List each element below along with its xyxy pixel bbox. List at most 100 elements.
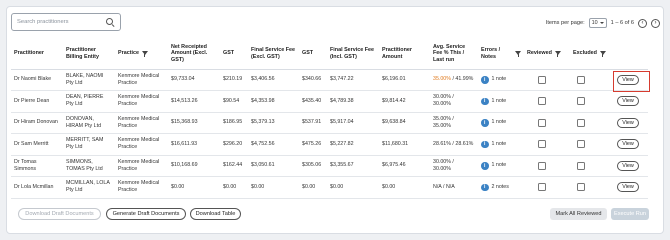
pagination: Items per page: 10 1 – 6 of 6 ‹ › bbox=[546, 18, 660, 28]
cell-notes[interactable]: i1 note bbox=[478, 69, 524, 91]
cell-gst-2: $435.40 bbox=[299, 90, 327, 113]
items-per-page-value: 10 bbox=[591, 20, 598, 26]
excluded-checkbox[interactable] bbox=[577, 97, 585, 106]
cell-avg-fee: 30.00% /30.00% bbox=[430, 90, 478, 113]
download-draft-documents-button[interactable]: Download Draft Documents bbox=[18, 208, 101, 220]
cell-practitioner: Dr Pierre Dean bbox=[11, 90, 63, 113]
cell-reviewed bbox=[524, 90, 570, 113]
generate-draft-documents-button[interactable]: Generate Draft Documents bbox=[106, 208, 186, 220]
cell-excluded bbox=[570, 112, 607, 134]
reviewed-checkbox[interactable] bbox=[538, 75, 546, 84]
header-reviewed: Reviewed bbox=[524, 39, 570, 70]
cell-gst-2: $537.91 bbox=[299, 112, 327, 134]
reviewed-checkbox[interactable] bbox=[538, 118, 546, 127]
cell-gst-2: $475.26 bbox=[299, 133, 327, 156]
header-actions bbox=[607, 39, 648, 70]
cell-fee-excl: $5,379.13 bbox=[248, 112, 299, 134]
cell-gst: $296.20 bbox=[220, 133, 248, 156]
filter-icon[interactable] bbox=[141, 50, 148, 57]
cell-net: $16,611.93 bbox=[168, 133, 220, 156]
cell-gst: $210.19 bbox=[220, 69, 248, 91]
excluded-checkbox[interactable] bbox=[577, 161, 585, 170]
footer-actions: Download Draft Documents Generate Draft … bbox=[11, 208, 651, 220]
header-final-fee-excl: Final Service Fee (Excl. GST) bbox=[248, 39, 299, 70]
info-icon[interactable]: i bbox=[481, 162, 489, 170]
excluded-checkbox[interactable] bbox=[577, 118, 585, 127]
reviewed-checkbox[interactable] bbox=[538, 97, 546, 106]
header-errors-notes: Errors / Notes bbox=[478, 39, 524, 70]
chevron-left-icon[interactable]: ‹ bbox=[638, 18, 647, 28]
header-practitioner: Practitioner bbox=[11, 39, 63, 70]
reviewed-checkbox[interactable] bbox=[538, 140, 546, 149]
view-button[interactable]: View bbox=[617, 139, 639, 150]
avg-fee-last: 30.00% bbox=[433, 165, 451, 172]
highlight-box bbox=[613, 71, 650, 92]
cell-avg-fee: 35.00% / 41.99% bbox=[430, 69, 478, 91]
cell-excluded bbox=[570, 155, 607, 177]
header-practice: Practice bbox=[115, 39, 168, 70]
cell-reviewed bbox=[524, 176, 570, 199]
cell-excluded bbox=[570, 90, 607, 113]
excluded-checkbox[interactable] bbox=[577, 75, 585, 84]
info-icon[interactable]: i bbox=[481, 119, 489, 127]
info-icon[interactable]: i bbox=[481, 76, 489, 84]
view-button[interactable]: View bbox=[617, 96, 639, 107]
header-reviewed-label: Reviewed bbox=[527, 50, 552, 57]
chevron-right-icon[interactable]: › bbox=[651, 18, 660, 28]
filter-icon[interactable] bbox=[599, 50, 606, 57]
excluded-checkbox[interactable] bbox=[577, 140, 585, 149]
cell-gst-2: $305.06 bbox=[299, 155, 327, 177]
cell-fee-excl: $0.00 bbox=[248, 176, 299, 199]
reviewed-checkbox[interactable] bbox=[538, 161, 546, 170]
page-range: 1 – 6 of 6 bbox=[610, 20, 634, 26]
cell-notes[interactable]: i1 note bbox=[478, 133, 524, 156]
cell-notes[interactable]: i2 notes bbox=[478, 176, 524, 199]
execute-run-button[interactable]: Execute Run bbox=[611, 208, 649, 220]
cell-practitioner: Dr Sam Merritt bbox=[11, 133, 63, 156]
info-icon[interactable]: i bbox=[481, 140, 489, 148]
info-icon[interactable]: i bbox=[481, 97, 489, 105]
cell-avg-fee: 28.61% / 28.61% bbox=[430, 133, 478, 156]
mark-all-reviewed-button[interactable]: Mark All Reviewed bbox=[550, 208, 607, 220]
cell-notes[interactable]: i1 note bbox=[478, 155, 524, 177]
view-button[interactable]: View bbox=[617, 182, 639, 193]
header-avg-fee: Avg. Service Fee % This / Last run bbox=[430, 39, 478, 70]
search-icon[interactable] bbox=[106, 17, 115, 27]
cell-actions: View bbox=[607, 90, 648, 113]
info-icon[interactable]: i bbox=[481, 183, 489, 191]
table-row: Dr Tomas Simmons SIMMONS, TOMAS Pty Ltd … bbox=[11, 155, 648, 177]
cell-practice: Kenmore Medical Practice bbox=[115, 112, 168, 134]
cell-net: $15,368.93 bbox=[168, 112, 220, 134]
cell-notes[interactable]: i1 note bbox=[478, 112, 524, 134]
avg-fee-this: 35.00% / bbox=[433, 115, 454, 122]
cell-fee-excl: $3,406.56 bbox=[248, 69, 299, 91]
header-gst: GST bbox=[220, 39, 248, 70]
cell-notes[interactable]: i1 note bbox=[478, 90, 524, 113]
filter-icon[interactable] bbox=[515, 50, 521, 57]
table-row: Dr Hiram Donovan DONOVAN, HIRAM Pty Ltd … bbox=[11, 112, 648, 134]
header-net-receipted: Net Receipted Amount (Excl. GST) bbox=[168, 39, 220, 70]
cell-billing-entity: DEAN, PIERRE Pty Ltd bbox=[63, 90, 115, 113]
cell-actions: View bbox=[607, 112, 648, 134]
excluded-checkbox[interactable] bbox=[577, 183, 585, 192]
avg-fee-last: 41.99% bbox=[455, 76, 474, 83]
table-row: Dr Sam Merritt MERRITT, SAM Pty Ltd Kenm… bbox=[11, 133, 648, 156]
chevron-down-icon bbox=[599, 22, 604, 24]
header-excluded: Excluded bbox=[570, 39, 607, 70]
view-button[interactable]: View bbox=[617, 117, 639, 128]
reviewed-checkbox[interactable] bbox=[538, 183, 546, 192]
items-per-page-select[interactable]: 10 bbox=[588, 18, 607, 28]
header-practitioner-amount: Practitioner Amount bbox=[379, 39, 430, 70]
cell-reviewed bbox=[524, 155, 570, 177]
header-gst-2: GST bbox=[299, 39, 327, 70]
search-field[interactable]: Search practitioners bbox=[11, 13, 121, 31]
avg-fee-this: 35.00% bbox=[433, 76, 451, 83]
header-errors-notes-label: Errors / Notes bbox=[481, 47, 501, 60]
cell-amount: $6,196.01 bbox=[379, 69, 430, 91]
cell-practitioner: Dr Lola Mcmillan bbox=[11, 176, 63, 199]
view-button[interactable]: View bbox=[617, 160, 639, 171]
cell-avg-fee: 30.00% /30.00% bbox=[430, 155, 478, 177]
avg-fee-this: 30.00% / bbox=[433, 158, 454, 165]
filter-icon[interactable] bbox=[554, 50, 561, 57]
download-table-button[interactable]: Download Table bbox=[190, 208, 241, 220]
